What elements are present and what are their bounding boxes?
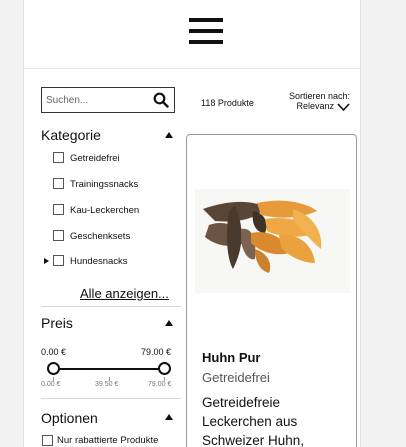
price-slider-min-handle[interactable] xyxy=(47,362,60,375)
sort-value: Relevanz xyxy=(296,101,334,111)
category-item-label: Getreidefrei xyxy=(70,153,120,164)
show-all-link[interactable]: Alle anzeigen... xyxy=(80,286,169,301)
checkbox[interactable] xyxy=(53,230,64,241)
checkbox[interactable] xyxy=(53,255,64,266)
product-card[interactable]: Huhn Pur Getreidefrei Getreidefreie Leck… xyxy=(186,134,357,447)
slider-tick-label-max: 79.00 € xyxy=(148,381,172,388)
slider-tick-label-min: 0.00 € xyxy=(41,381,61,388)
product-subtitle: Getreidefrei xyxy=(202,370,270,385)
header xyxy=(24,0,360,69)
price-collapse-icon[interactable] xyxy=(165,320,173,326)
category-item-label: Hundesnacks xyxy=(70,256,128,267)
price-max-value: 79.00 € xyxy=(141,347,172,357)
divider xyxy=(41,306,181,307)
checkbox[interactable] xyxy=(53,204,64,215)
options-title: Optionen xyxy=(41,410,98,426)
product-description: Getreidefreie Leckerchen aus Schweizer H… xyxy=(202,395,305,447)
sort-dropdown[interactable]: Sortieren nach: Relevanz xyxy=(270,91,350,111)
category-item-label: Kau-Leckerchen xyxy=(70,205,140,216)
expand-arrow-icon[interactable] xyxy=(44,258,49,264)
price-slider-max-handle[interactable] xyxy=(158,362,171,375)
checkbox[interactable] xyxy=(42,435,53,446)
search-box xyxy=(41,87,175,113)
price-title: Preis xyxy=(41,315,73,331)
search-input[interactable] xyxy=(42,88,147,112)
chevron-down-icon xyxy=(337,103,350,111)
category-item-label: Trainingssnacks xyxy=(70,179,139,190)
result-count: 118 Produkte xyxy=(201,98,254,108)
slider-tick-label-mid: 39.50 € xyxy=(95,381,119,388)
product-image xyxy=(195,189,350,293)
search-icon[interactable] xyxy=(153,92,169,108)
checkbox[interactable] xyxy=(53,152,64,163)
category-item-label: Geschenksets xyxy=(70,231,131,242)
option-item-label: Nur rabattierte Produkte xyxy=(57,435,159,447)
price-min-value: 0.00 € xyxy=(41,347,67,357)
hamburger-menu-icon[interactable] xyxy=(189,18,223,45)
product-title: Huhn Pur xyxy=(202,350,261,365)
option-item-discounted[interactable]: Nur rabattierte Produkte xyxy=(42,435,158,446)
checkbox[interactable] xyxy=(53,178,64,189)
price-slider-track[interactable] xyxy=(53,368,165,370)
options-collapse-icon[interactable] xyxy=(165,414,173,420)
category-collapse-icon[interactable] xyxy=(165,132,173,138)
category-title: Kategorie xyxy=(41,127,101,143)
page: 118 Produkte Sortieren nach: Relevanz Ka… xyxy=(23,0,361,447)
sort-label: Sortieren nach: xyxy=(288,91,350,101)
divider xyxy=(41,398,181,399)
